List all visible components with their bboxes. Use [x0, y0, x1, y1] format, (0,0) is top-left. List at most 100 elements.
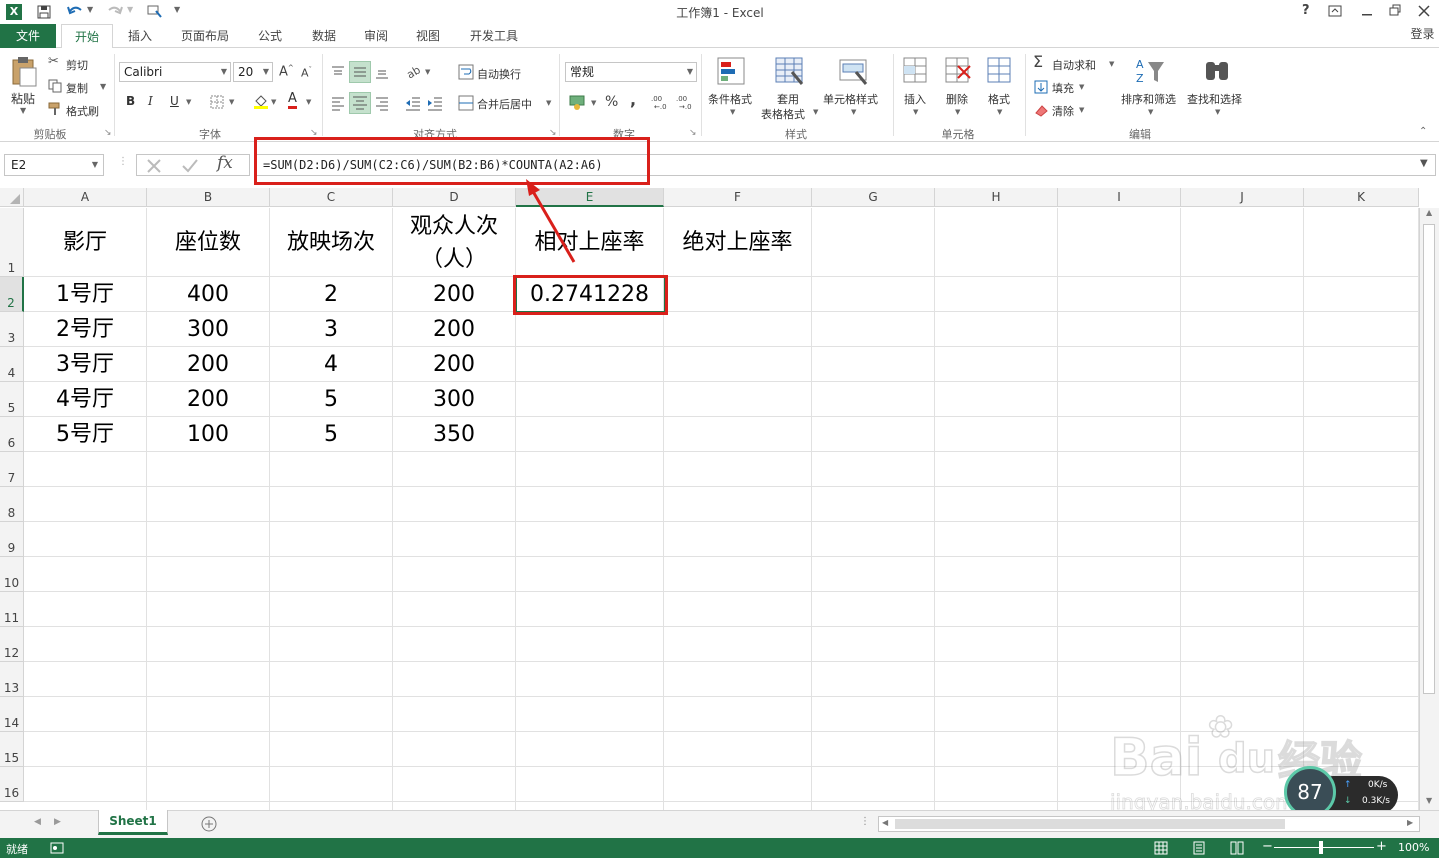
spreadsheet-grid[interactable]: ABCDEFGHIJK 1 2 3 4 5 6 7 8 9 10 11 12 13 14 15 16 影厅 座位… [0, 179, 1439, 818]
fill-icon[interactable] [1034, 80, 1048, 94]
close-icon[interactable] [1417, 4, 1431, 18]
borders-icon[interactable] [210, 95, 224, 109]
grow-font-icon[interactable]: A^ [279, 64, 294, 79]
tab-developer[interactable]: 开发工具 [462, 24, 526, 48]
sheet-next-icon[interactable]: ▶ [54, 817, 61, 827]
sort-filter-dropdown-icon[interactable]: ▼ [1148, 108, 1153, 116]
conditional-formatting-icon[interactable] [716, 56, 748, 88]
minimize-icon[interactable] [1360, 5, 1374, 17]
row-header-2[interactable]: 2 [0, 277, 24, 312]
align-top-icon[interactable] [330, 64, 346, 80]
name-box[interactable]: E2 ▼ [4, 154, 104, 176]
cell-styles-dropdown-icon[interactable]: ▼ [851, 108, 856, 116]
tab-formulas[interactable]: 公式 [248, 24, 292, 48]
clear-icon[interactable] [1034, 103, 1048, 117]
cell-B2[interactable]: 400 [147, 277, 270, 312]
scroll-right-icon[interactable]: ▶ [1407, 818, 1413, 827]
find-select-dropdown-icon[interactable]: ▼ [1215, 108, 1220, 116]
zoom-level[interactable]: 100% [1398, 841, 1429, 854]
cell-A4[interactable]: 3号厅 [24, 347, 147, 382]
row-header-7[interactable]: 7 [0, 452, 24, 487]
align-center-button[interactable] [349, 92, 371, 114]
format-painter-icon[interactable] [48, 102, 62, 116]
row-header-5[interactable]: 5 [0, 382, 24, 417]
help-icon[interactable]: ? [1302, 3, 1310, 18]
tab-splitter-icon[interactable]: ⋮ [860, 816, 870, 827]
orientation-icon[interactable]: ab [405, 63, 423, 79]
format-cells-icon[interactable] [986, 56, 1014, 88]
vertical-scroll-thumb[interactable] [1423, 224, 1435, 694]
sheet-tab-sheet1[interactable]: Sheet1 [98, 810, 168, 835]
tab-home[interactable]: 开始 [61, 24, 113, 49]
delete-cells-icon[interactable] [944, 56, 972, 88]
column-header-c[interactable]: C [270, 188, 393, 207]
wrap-text-button[interactable]: 自动换行 [477, 66, 521, 82]
cell-C5[interactable]: 5 [270, 382, 393, 417]
column-header-f[interactable]: F [664, 188, 812, 207]
decrease-indent-icon[interactable] [404, 95, 422, 111]
horizontal-scrollbar[interactable]: ◀ ▶ [878, 816, 1420, 832]
row-header-12[interactable]: 12 [0, 627, 24, 662]
tab-view[interactable]: 视图 [406, 24, 450, 48]
format-as-table-icon[interactable] [774, 56, 806, 88]
font-name-select[interactable]: Calibri ▼ [119, 62, 231, 82]
decrease-decimal-icon[interactable]: .00→.0 [676, 94, 694, 110]
increase-indent-icon[interactable] [426, 95, 444, 111]
sort-filter-button[interactable]: 排序和筛选 [1121, 91, 1176, 107]
cell-D1[interactable]: 观众人次 （人） [393, 208, 516, 277]
cut-icon[interactable]: ✂ [48, 54, 59, 69]
number-launcher-icon[interactable]: ↘ [689, 128, 697, 138]
delete-cells-dropdown-icon[interactable]: ▼ [955, 108, 960, 116]
new-sheet-icon[interactable] [201, 816, 217, 832]
paste-dropdown-icon[interactable]: ▼ [20, 106, 26, 115]
cell-C1[interactable]: 放映场次 [270, 208, 393, 277]
fill-color-dropdown-icon[interactable]: ▼ [271, 98, 276, 106]
cell-C4[interactable]: 4 [270, 347, 393, 382]
font-size-select[interactable]: 20 ▼ [233, 62, 273, 82]
touch-mode-icon[interactable] [146, 3, 164, 19]
redo-icon[interactable] [106, 3, 124, 19]
insert-cells-button[interactable]: 插入 [904, 91, 926, 107]
sheet-prev-icon[interactable]: ◀ [34, 817, 41, 827]
wrap-text-icon[interactable] [458, 64, 474, 80]
row-header-14[interactable]: 14 [0, 697, 24, 732]
row-header-9[interactable]: 9 [0, 522, 24, 557]
zoom-slider[interactable] [1274, 847, 1374, 848]
accounting-dropdown-icon[interactable]: ▼ [591, 99, 596, 107]
row-header-8[interactable]: 8 [0, 487, 24, 522]
zoom-in-icon[interactable]: + [1376, 839, 1387, 854]
paste-icon[interactable] [10, 56, 38, 88]
ribbon-display-icon[interactable] [1328, 5, 1342, 17]
font-color-icon[interactable]: A [288, 92, 297, 109]
tab-insert[interactable]: 插入 [118, 24, 162, 48]
sort-filter-icon[interactable]: AZ [1134, 56, 1166, 88]
find-select-icon[interactable] [1202, 56, 1234, 88]
cell-B5[interactable]: 200 [147, 382, 270, 417]
row-header-1[interactable]: 1 [0, 208, 24, 277]
format-painter-button[interactable]: 格式刷 [66, 103, 99, 119]
align-middle-button[interactable] [349, 61, 371, 83]
horizontal-scroll-thumb[interactable] [895, 819, 1285, 829]
clipboard-launcher-icon[interactable]: ↘ [104, 128, 112, 138]
cancel-entry-icon[interactable] [146, 158, 162, 174]
row-header-6[interactable]: 6 [0, 417, 24, 452]
cell-C3[interactable]: 3 [270, 312, 393, 347]
macro-record-icon[interactable] [50, 841, 64, 855]
cell-A3[interactable]: 2号厅 [24, 312, 147, 347]
scroll-down-icon[interactable]: ▼ [1426, 796, 1432, 805]
column-header-d[interactable]: D [393, 188, 516, 207]
cell-D6[interactable]: 350 [393, 417, 516, 452]
copy-button[interactable]: 复制 [66, 80, 88, 96]
select-all-corner[interactable] [0, 188, 24, 207]
normal-view-icon[interactable] [1154, 841, 1168, 855]
conditional-dropdown-icon[interactable]: ▼ [730, 108, 735, 116]
column-header-j[interactable]: J [1181, 188, 1304, 207]
merge-center-icon[interactable] [458, 95, 474, 111]
clear-dropdown-icon[interactable]: ▼ [1079, 106, 1084, 114]
insert-function-icon[interactable]: fx [217, 153, 233, 173]
expand-formula-icon[interactable]: ▼ [1420, 158, 1428, 169]
copy-dropdown-icon[interactable]: ▼ [100, 82, 106, 91]
cell-C2[interactable]: 2 [270, 277, 393, 312]
cell-B1[interactable]: 座位数 [147, 208, 270, 277]
underline-dropdown-icon[interactable]: ▼ [186, 98, 191, 106]
